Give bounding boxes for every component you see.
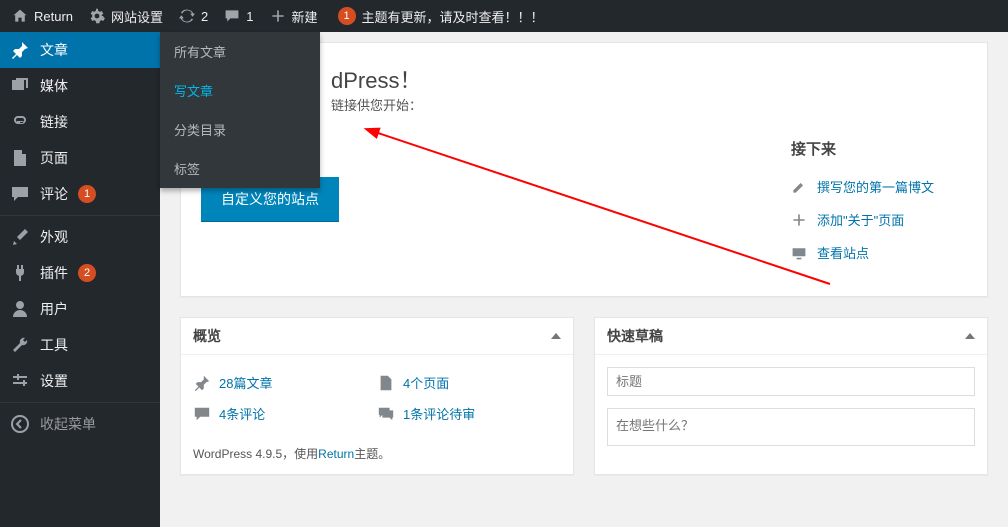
quickdraft-title-input[interactable] [607, 367, 975, 396]
next-item-first-post[interactable]: 撰写您的第一篇博文 [791, 177, 934, 196]
next-about-page-link[interactable]: 添加"关于"页面 [817, 210, 904, 229]
ab-notice-badge: 1 [338, 7, 356, 25]
submenu-tags[interactable]: 标签 [160, 149, 320, 188]
glance-comments-text: 4条评论 [219, 404, 265, 423]
gear-icon [89, 8, 105, 24]
menu-separator [0, 402, 160, 403]
ab-site[interactable]: Return [4, 0, 81, 32]
screen-icon [791, 245, 807, 261]
welcome-subtitle: 链接供您开始： [331, 98, 422, 113]
glance-posts-text: 28篇文章 [219, 373, 272, 392]
next-item-view-site[interactable]: 查看站点 [791, 243, 934, 262]
menu-collapse-label: 收起菜单 [40, 414, 96, 434]
glance-footer-prefix: WordPress 4.9.5，使用 [193, 447, 318, 461]
menu-tools[interactable]: 工具 [0, 327, 160, 363]
menu-posts[interactable]: 文章 [0, 32, 160, 68]
comment-icon [224, 8, 240, 24]
menu-tools-label: 工具 [40, 335, 68, 355]
menu-plugins-label: 插件 [40, 263, 68, 283]
sliders-icon [10, 371, 30, 391]
menu-pages[interactable]: 页面 [0, 140, 160, 176]
menu-pages-label: 页面 [40, 148, 68, 168]
ab-settings[interactable]: 网站设置 [81, 0, 171, 32]
toggle-icon[interactable] [551, 333, 561, 339]
page-icon [10, 148, 30, 168]
menu-comments-label: 评论 [40, 184, 68, 204]
welcome-next-heading: 接下来 [791, 138, 934, 159]
menu-settings[interactable]: 设置 [0, 363, 160, 399]
pushpin-icon [193, 374, 211, 392]
glance-pending-text: 1条评论待审 [403, 404, 475, 423]
glance-footer: WordPress 4.9.5，使用Return主题。 [181, 441, 573, 474]
home-icon [12, 8, 28, 24]
glance-pages-text: 4个页面 [403, 373, 449, 392]
next-view-site-link[interactable]: 查看站点 [817, 243, 869, 262]
plug-icon [10, 263, 30, 283]
comment-icon [193, 405, 211, 423]
plus-icon [791, 212, 807, 228]
postbox-glance: 概览 28篇文章 4个页面 4条评论 [180, 317, 574, 475]
menu-plugins[interactable]: 插件 2 [0, 255, 160, 291]
menu-appearance[interactable]: 外观 [0, 219, 160, 255]
menu-settings-label: 设置 [40, 371, 68, 391]
plus-icon [270, 8, 286, 24]
wrench-icon [10, 335, 30, 355]
glance-comments[interactable]: 4条评论 [193, 398, 377, 429]
submenu-posts: 所有文章 写文章 分类目录 标签 [160, 32, 320, 188]
page-icon [377, 374, 395, 392]
media-icon [10, 76, 30, 96]
quickdraft-title: 快速草稿 [607, 326, 663, 346]
admin-sidemenu: 文章 媒体 链接 页面 评论 1 外观 插件 2 [0, 32, 160, 527]
admin-bar: Return 网站设置 2 1 新建 1 主题有更新，请及时查看！！！ [0, 0, 1008, 32]
ab-site-name: Return [34, 9, 73, 24]
ab-new[interactable]: 新建 [262, 0, 326, 32]
comment-icon [10, 184, 30, 204]
menu-posts-label: 文章 [40, 40, 68, 60]
submenu-categories[interactable]: 分类目录 [160, 110, 320, 149]
menu-users-label: 用户 [40, 299, 68, 319]
glance-pending[interactable]: 1条评论待审 [377, 398, 561, 429]
glance-title: 概览 [193, 326, 221, 346]
toggle-icon[interactable] [965, 333, 975, 339]
menu-appearance-label: 外观 [40, 227, 68, 247]
ab-settings-label: 网站设置 [111, 7, 163, 26]
collapse-icon [10, 414, 30, 434]
ab-notice[interactable]: 1 主题有更新，请及时查看！！！ [326, 0, 552, 32]
link-icon [10, 112, 30, 132]
user-icon [10, 299, 30, 319]
menu-media-label: 媒体 [40, 76, 68, 96]
quickdraft-content-textarea[interactable] [607, 408, 975, 446]
pushpin-icon [10, 40, 30, 60]
submenu-all-posts[interactable]: 所有文章 [160, 32, 320, 71]
menu-users[interactable]: 用户 [0, 291, 160, 327]
menu-separator [0, 215, 160, 216]
comments-icon [377, 405, 395, 423]
glance-posts[interactable]: 28篇文章 [193, 367, 377, 398]
ab-updates[interactable]: 2 [171, 0, 216, 32]
menu-collapse[interactable]: 收起菜单 [0, 406, 160, 442]
ab-notice-text: 主题有更新，请及时查看！！！ [362, 7, 544, 26]
glance-theme-link[interactable]: Return [318, 447, 354, 461]
menu-comments-badge: 1 [78, 185, 96, 203]
ab-comments-count: 1 [246, 9, 253, 24]
postbox-quickdraft: 快速草稿 [594, 317, 988, 475]
menu-links[interactable]: 链接 [0, 104, 160, 140]
submenu-add-new[interactable]: 写文章 [160, 71, 320, 110]
glance-footer-suffix: 主题。 [354, 447, 390, 461]
menu-comments[interactable]: 评论 1 [0, 176, 160, 212]
next-first-post-link[interactable]: 撰写您的第一篇博文 [817, 177, 934, 196]
edit-icon [791, 179, 807, 195]
refresh-icon [179, 8, 195, 24]
menu-plugins-badge: 2 [78, 264, 96, 282]
ab-new-label: 新建 [292, 7, 318, 26]
menu-media[interactable]: 媒体 [0, 68, 160, 104]
welcome-title: dPress！ [331, 68, 421, 93]
menu-links-label: 链接 [40, 112, 68, 132]
ab-updates-count: 2 [201, 9, 208, 24]
ab-comments[interactable]: 1 [216, 0, 261, 32]
next-item-about-page[interactable]: 添加"关于"页面 [791, 210, 934, 229]
brush-icon [10, 227, 30, 247]
glance-pages[interactable]: 4个页面 [377, 367, 561, 398]
